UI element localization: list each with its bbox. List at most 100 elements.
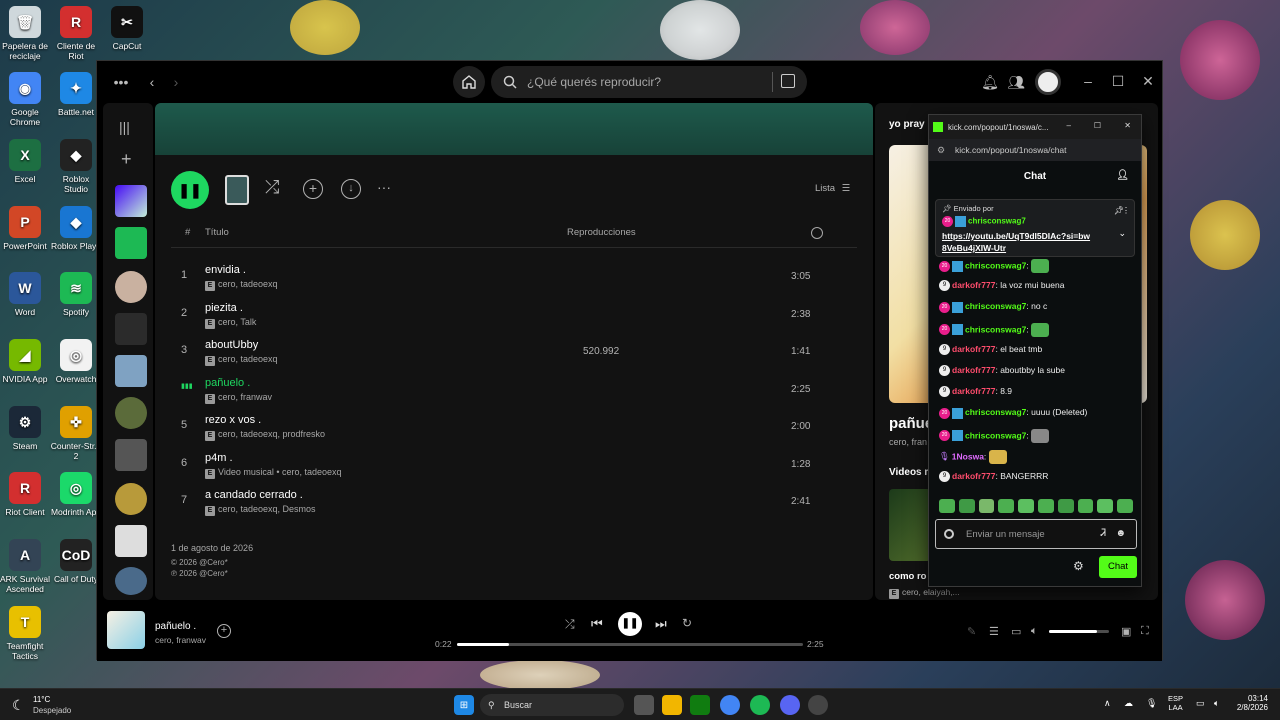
- kick-minimize-icon[interactable]: –: [1067, 121, 1071, 130]
- desktop-icon[interactable]: ⚙ Steam: [0, 406, 51, 451]
- player-title[interactable]: pañuelo .: [155, 621, 196, 632]
- kick-url[interactable]: kick.com/popout/1noswa/chat: [955, 145, 1067, 155]
- chat-username[interactable]: chrisconswag7: [965, 301, 1026, 311]
- emote[interactable]: [978, 499, 995, 513]
- track-row[interactable]: 7 a candado cerrado . Ecero, tadeoexq, Des…: [171, 484, 857, 521]
- desktop-icon[interactable]: W Word: [0, 272, 51, 317]
- track-title[interactable]: a candado cerrado .: [205, 489, 303, 501]
- close-icon[interactable]: ✕: [1140, 73, 1156, 89]
- track-artists-text[interactable]: cero, Talk: [218, 317, 256, 327]
- desktop-icon[interactable]: P PowerPoint: [0, 206, 51, 251]
- chat-message[interactable]: 🎙︎ 1Noswa:: [939, 449, 1007, 464]
- emoji-icon[interactable]: ☻: [1115, 528, 1126, 539]
- chat-username[interactable]: chrisconswag7: [965, 407, 1026, 417]
- track-title[interactable]: rezo x vos .: [205, 414, 261, 426]
- download-icon[interactable]: ↓: [341, 179, 361, 199]
- language-indicator[interactable]: ESP LAA: [1168, 694, 1183, 712]
- track-row[interactable]: 3 aboutUbby Ecero, tadeoexq 520.992 1:41: [171, 334, 857, 371]
- discord-icon[interactable]: [780, 695, 800, 715]
- expand-chevron-icon[interactable]: ⌄: [1118, 228, 1126, 239]
- emote[interactable]: [1057, 499, 1074, 513]
- desktop-icon[interactable]: ◎ Overwatch: [50, 339, 102, 384]
- home-button[interactable]: [453, 66, 485, 98]
- task-view-icon[interactable]: [634, 695, 654, 715]
- desktop-icon[interactable]: ◆ Roblox Studio: [50, 139, 102, 194]
- chat-username[interactable]: darkofr777: [952, 365, 995, 375]
- track-row[interactable]: 6 p4m . E Video musical • cero, tadeoexq 1:2…: [171, 447, 857, 484]
- fullscreen-icon[interactable]: ⛶: [1141, 625, 1149, 638]
- search-input[interactable]: ¿Qué querés reproducir?: [527, 75, 661, 89]
- chat-message[interactable]: 9 darkofr777: aboutbby la sube: [939, 365, 1065, 377]
- volume-slider[interactable]: [1049, 630, 1109, 633]
- library-item-thumb[interactable]: [115, 313, 147, 345]
- weather-icon[interactable]: ☾: [12, 697, 25, 714]
- add-icon[interactable]: +: [121, 149, 132, 170]
- speaker-icon[interactable]: 🔈︎: [1214, 698, 1219, 709]
- chat-message[interactable]: 9 darkofr777: la voz mui buena: [939, 280, 1064, 292]
- forward-arrow-icon[interactable]: ›: [167, 73, 185, 91]
- track-artists-text[interactable]: cero, franwav: [218, 392, 272, 402]
- browse-icon[interactable]: [781, 74, 795, 88]
- more-options-icon[interactable]: ···: [377, 179, 391, 195]
- avatar[interactable]: [1035, 69, 1061, 95]
- desktop-icon[interactable]: X Excel: [0, 139, 51, 184]
- friends-icon[interactable]: 👥︎: [1007, 73, 1025, 91]
- chat-username[interactable]: chrisconswag7: [965, 324, 1026, 334]
- users-icon[interactable]: 👤︎: [1116, 170, 1129, 181]
- emote[interactable]: [939, 499, 955, 513]
- weather-temp[interactable]: 11°C: [33, 695, 50, 704]
- player-cover[interactable]: [107, 611, 145, 649]
- track-title[interactable]: envidia .: [205, 264, 246, 276]
- start-icon[interactable]: ⊞: [454, 695, 474, 715]
- library-item-thumb[interactable]: [115, 483, 147, 515]
- chat-message[interactable]: 20 chrisconswag7: no c: [939, 301, 1047, 313]
- emote[interactable]: [1018, 499, 1034, 513]
- track-row[interactable]: 2 piezita . Ecero, Talk 2:38: [171, 297, 857, 334]
- emote[interactable]: [1117, 499, 1133, 513]
- minimize-icon[interactable]: –: [1080, 73, 1096, 89]
- emote[interactable]: [1037, 499, 1054, 513]
- player-play-pause-button[interactable]: ❚❚: [618, 612, 642, 636]
- add-to-playlist-icon[interactable]: +: [217, 624, 231, 638]
- chat-input[interactable]: Enviar un mensaje: [966, 529, 1045, 540]
- file-explorer-icon[interactable]: [662, 695, 682, 715]
- desktop-icon[interactable]: CoD Call of Duty: [50, 539, 102, 584]
- kick-urlbar[interactable]: ⚙ kick.com/popout/1noswa/chat: [929, 139, 1141, 161]
- desktop-icon[interactable]: 🗑 Papelera de reciclaje: [0, 6, 51, 61]
- track-artists-text[interactable]: Video musical • cero, tadeoexq: [218, 467, 342, 477]
- pinned-user[interactable]: chrisconswag7: [968, 217, 1026, 226]
- xbox-icon[interactable]: [690, 695, 710, 715]
- app-icon[interactable]: [808, 695, 828, 715]
- bell-icon[interactable]: 🔔︎: [981, 73, 999, 91]
- emote[interactable]: [1077, 499, 1094, 513]
- chat-username[interactable]: darkofr777: [952, 386, 995, 396]
- chrome-icon[interactable]: [720, 695, 740, 715]
- mic-icon[interactable]: ✎: [967, 625, 976, 638]
- desktop-icon[interactable]: R Cliente de Riot: [50, 6, 102, 61]
- devices-icon[interactable]: ▭: [1011, 625, 1021, 638]
- kick-maximize-icon[interactable]: ☐: [1094, 121, 1101, 130]
- desktop-icon[interactable]: ✦ Battle.net: [50, 72, 102, 117]
- previous-icon[interactable]: ⏮︎: [591, 616, 603, 632]
- miniplayer-icon[interactable]: ▣: [1121, 625, 1131, 638]
- repeat-icon[interactable]: ↻: [682, 616, 692, 630]
- emote[interactable]: [958, 499, 975, 513]
- desktop-icon[interactable]: ◎ Modrinth App: [50, 472, 102, 517]
- chat-message[interactable]: 20 chrisconswag7:: [939, 259, 1050, 273]
- track-title[interactable]: pañuelo .: [205, 377, 250, 389]
- chat-username[interactable]: chrisconswag7: [965, 260, 1026, 270]
- network-icon[interactable]: ▭: [1196, 698, 1205, 709]
- chat-input-box[interactable]: Enviar un mensaje Ꮨ ☻: [935, 519, 1137, 549]
- library-item-thumb[interactable]: [115, 525, 147, 557]
- desktop-icon[interactable]: ≋ Spotify: [50, 272, 102, 317]
- queue-icon[interactable]: ☰: [989, 625, 999, 638]
- desktop-icon[interactable]: ◆ Roblox Playe: [50, 206, 102, 251]
- track-artists-text[interactable]: cero, tadeoexq, prodfresko: [218, 429, 325, 439]
- pinned-menu-icon[interactable]: ⋮: [1122, 206, 1130, 215]
- chat-username[interactable]: darkofr777: [952, 471, 995, 481]
- chat-message[interactable]: 9 darkofr777: el beat tmb: [939, 344, 1042, 356]
- chat-message[interactable]: 9 darkofr777: 8.9: [939, 386, 1012, 398]
- chat-message[interactable]: 20 chrisconswag7:: [939, 322, 1050, 337]
- desktop-icon[interactable]: ✜ Counter-Str... 2: [50, 406, 102, 461]
- progress-bar[interactable]: [457, 643, 803, 646]
